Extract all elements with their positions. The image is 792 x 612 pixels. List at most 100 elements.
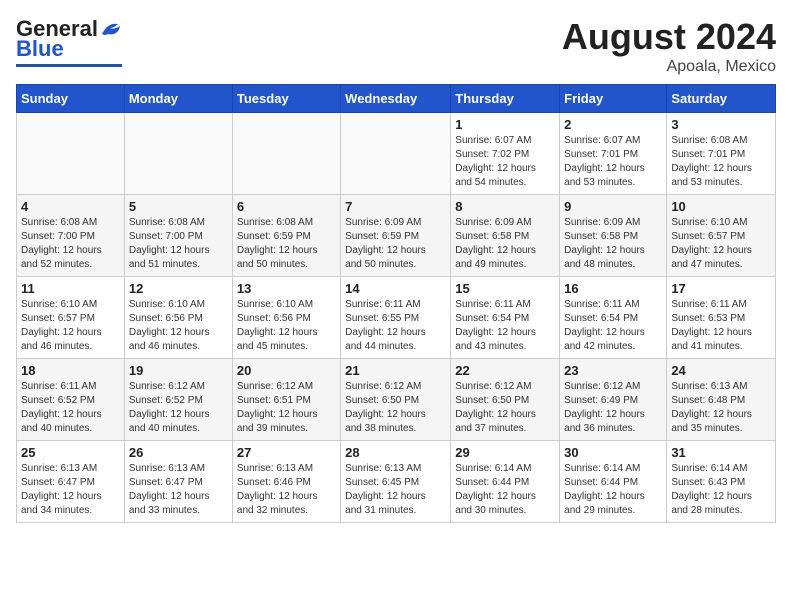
- calendar-cell: 22Sunrise: 6:12 AM Sunset: 6:50 PM Dayli…: [451, 359, 560, 441]
- calendar-cell: 30 Sunrise: 6:14 AM Sunset: 6:44 PM Dayli…: [560, 441, 667, 523]
- day-detail: Sunrise: 6:14 AM Sunset: 6:44 PM Dayligh…: [564, 462, 662, 518]
- day-detail: Sunrise: 6:12 AM Sunset: 6:49 PM Dayligh…: [564, 380, 662, 436]
- calendar-cell: 29Sunrise: 6:14 AM Sunset: 6:44 PM Dayli…: [451, 441, 560, 523]
- day-detail: Sunrise: 6:10 AM Sunset: 6:57 PM Dayligh…: [21, 298, 120, 354]
- day-detail: Sunrise: 6:10 AM Sunset: 6:57 PM Dayligh…: [671, 216, 771, 272]
- weekday-header-friday: Friday: [560, 85, 667, 113]
- day-detail: Sunrise: 6:11 AM Sunset: 6:54 PM Dayligh…: [455, 298, 555, 354]
- day-number: 13: [237, 281, 336, 296]
- calendar-cell: 15 Sunrise: 6:11 AM Sunset: 6:54 PM Dayli…: [451, 277, 560, 359]
- calendar-cell: 2 Sunrise: 6:07 AM Sunset: 7:01 PM Daylig…: [560, 113, 667, 195]
- day-detail: Sunrise: 6:13 AM Sunset: 6:46 PM Dayligh…: [237, 462, 336, 518]
- calendar-cell: 16 Sunrise: 6:11 AM Sunset: 6:54 PM Dayli…: [560, 277, 667, 359]
- day-number: 27: [237, 445, 336, 460]
- day-number: 2: [564, 117, 662, 132]
- day-number: 8: [455, 199, 555, 214]
- day-detail: Sunrise: 6:09 AM Sunset: 6:59 PM Dayligh…: [345, 216, 446, 272]
- calendar-cell: 3 Sunrise: 6:08 AM Sunset: 7:01 PM Daylig…: [667, 113, 776, 195]
- day-detail: Sunrise: 6:13 AM Sunset: 6:48 PM Dayligh…: [671, 380, 771, 436]
- day-number: 7: [345, 199, 446, 214]
- weekday-header-thursday: Thursday: [451, 85, 560, 113]
- calendar-body: 1Sunrise: 6:07 AM Sunset: 7:02 PM Daylig…: [17, 113, 776, 523]
- day-number: 31: [671, 445, 771, 460]
- day-number: 3: [671, 117, 771, 132]
- logo-bird-icon: [100, 20, 122, 38]
- day-detail: Sunrise: 6:07 AM Sunset: 7:02 PM Dayligh…: [455, 134, 555, 190]
- calendar-week-2: 4 Sunrise: 6:08 AM Sunset: 7:00 PM Daylig…: [17, 195, 776, 277]
- calendar-cell: 19 Sunrise: 6:12 AM Sunset: 6:52 PM Dayli…: [124, 359, 232, 441]
- calendar-cell: [124, 113, 232, 195]
- day-number: 4: [21, 199, 120, 214]
- day-number: 9: [564, 199, 662, 214]
- day-number: 22: [455, 363, 555, 378]
- calendar-cell: 4Sunrise: 6:08 AM Sunset: 7:00 PM Daylig…: [17, 195, 125, 277]
- calendar-table: SundayMondayTuesdayWednesdayThursdayFrid…: [16, 84, 776, 523]
- calendar-week-3: 11 Sunrise: 6:10 AM Sunset: 6:57 PM Dayli…: [17, 277, 776, 359]
- day-number: 12: [129, 281, 228, 296]
- day-number: 10: [671, 199, 771, 214]
- calendar-cell: 9 Sunrise: 6:09 AM Sunset: 6:58 PM Daylig…: [560, 195, 667, 277]
- day-detail: Sunrise: 6:10 AM Sunset: 6:56 PM Dayligh…: [129, 298, 228, 354]
- calendar-cell: 17Sunrise: 6:11 AM Sunset: 6:53 PM Dayli…: [667, 277, 776, 359]
- calendar-cell: 31Sunrise: 6:14 AM Sunset: 6:43 PM Dayli…: [667, 441, 776, 523]
- calendar-cell: 1Sunrise: 6:07 AM Sunset: 7:02 PM Daylig…: [451, 113, 560, 195]
- day-detail: Sunrise: 6:11 AM Sunset: 6:52 PM Dayligh…: [21, 380, 120, 436]
- calendar-cell: 14 Sunrise: 6:11 AM Sunset: 6:55 PM Dayli…: [341, 277, 451, 359]
- calendar-cell: 12 Sunrise: 6:10 AM Sunset: 6:56 PM Dayli…: [124, 277, 232, 359]
- weekday-header-saturday: Saturday: [667, 85, 776, 113]
- calendar-cell: [232, 113, 340, 195]
- page-header: General Blue August 2024 Apoala, Mexico: [16, 16, 776, 76]
- calendar-cell: 24Sunrise: 6:13 AM Sunset: 6:48 PM Dayli…: [667, 359, 776, 441]
- calendar-cell: 13Sunrise: 6:10 AM Sunset: 6:56 PM Dayli…: [232, 277, 340, 359]
- weekday-header-wednesday: Wednesday: [341, 85, 451, 113]
- logo-underline: [16, 64, 122, 67]
- calendar-cell: 27 Sunrise: 6:13 AM Sunset: 6:46 PM Dayli…: [232, 441, 340, 523]
- day-detail: Sunrise: 6:13 AM Sunset: 6:47 PM Dayligh…: [21, 462, 120, 518]
- day-detail: Sunrise: 6:13 AM Sunset: 6:45 PM Dayligh…: [345, 462, 446, 518]
- calendar-week-5: 25 Sunrise: 6:13 AM Sunset: 6:47 PM Dayli…: [17, 441, 776, 523]
- day-number: 26: [129, 445, 228, 460]
- calendar-cell: 20 Sunrise: 6:12 AM Sunset: 6:51 PM Dayli…: [232, 359, 340, 441]
- title-block: August 2024 Apoala, Mexico: [562, 16, 776, 76]
- day-number: 15: [455, 281, 555, 296]
- calendar-cell: 7 Sunrise: 6:09 AM Sunset: 6:59 PM Daylig…: [341, 195, 451, 277]
- day-number: 28: [345, 445, 446, 460]
- calendar-cell: 23 Sunrise: 6:12 AM Sunset: 6:49 PM Dayli…: [560, 359, 667, 441]
- day-number: 30: [564, 445, 662, 460]
- day-number: 21: [345, 363, 446, 378]
- day-number: 25: [21, 445, 120, 460]
- day-detail: Sunrise: 6:09 AM Sunset: 6:58 PM Dayligh…: [564, 216, 662, 272]
- day-number: 11: [21, 281, 120, 296]
- day-detail: Sunrise: 6:08 AM Sunset: 7:01 PM Dayligh…: [671, 134, 771, 190]
- weekday-header-tuesday: Tuesday: [232, 85, 340, 113]
- calendar-cell: 25 Sunrise: 6:13 AM Sunset: 6:47 PM Dayli…: [17, 441, 125, 523]
- day-detail: Sunrise: 6:12 AM Sunset: 6:50 PM Dayligh…: [345, 380, 446, 436]
- day-number: 20: [237, 363, 336, 378]
- weekday-header-row: SundayMondayTuesdayWednesdayThursdayFrid…: [17, 85, 776, 113]
- calendar-cell: [17, 113, 125, 195]
- day-number: 23: [564, 363, 662, 378]
- weekday-header-monday: Monday: [124, 85, 232, 113]
- calendar-cell: 28 Sunrise: 6:13 AM Sunset: 6:45 PM Dayli…: [341, 441, 451, 523]
- calendar-week-1: 1Sunrise: 6:07 AM Sunset: 7:02 PM Daylig…: [17, 113, 776, 195]
- calendar-cell: [341, 113, 451, 195]
- day-number: 16: [564, 281, 662, 296]
- calendar-cell: 5Sunrise: 6:08 AM Sunset: 7:00 PM Daylig…: [124, 195, 232, 277]
- subtitle: Apoala, Mexico: [562, 58, 776, 76]
- day-number: 19: [129, 363, 228, 378]
- day-detail: Sunrise: 6:11 AM Sunset: 6:54 PM Dayligh…: [564, 298, 662, 354]
- day-number: 29: [455, 445, 555, 460]
- day-detail: Sunrise: 6:11 AM Sunset: 6:55 PM Dayligh…: [345, 298, 446, 354]
- day-detail: Sunrise: 6:08 AM Sunset: 7:00 PM Dayligh…: [129, 216, 228, 272]
- calendar-cell: 11 Sunrise: 6:10 AM Sunset: 6:57 PM Dayli…: [17, 277, 125, 359]
- day-detail: Sunrise: 6:12 AM Sunset: 6:51 PM Dayligh…: [237, 380, 336, 436]
- calendar-cell: 18Sunrise: 6:11 AM Sunset: 6:52 PM Dayli…: [17, 359, 125, 441]
- main-title: August 2024: [562, 16, 776, 58]
- day-detail: Sunrise: 6:11 AM Sunset: 6:53 PM Dayligh…: [671, 298, 771, 354]
- day-detail: Sunrise: 6:12 AM Sunset: 6:52 PM Dayligh…: [129, 380, 228, 436]
- calendar-cell: 6Sunrise: 6:08 AM Sunset: 6:59 PM Daylig…: [232, 195, 340, 277]
- day-detail: Sunrise: 6:07 AM Sunset: 7:01 PM Dayligh…: [564, 134, 662, 190]
- calendar-cell: 10 Sunrise: 6:10 AM Sunset: 6:57 PM Dayli…: [667, 195, 776, 277]
- day-number: 14: [345, 281, 446, 296]
- day-detail: Sunrise: 6:13 AM Sunset: 6:47 PM Dayligh…: [129, 462, 228, 518]
